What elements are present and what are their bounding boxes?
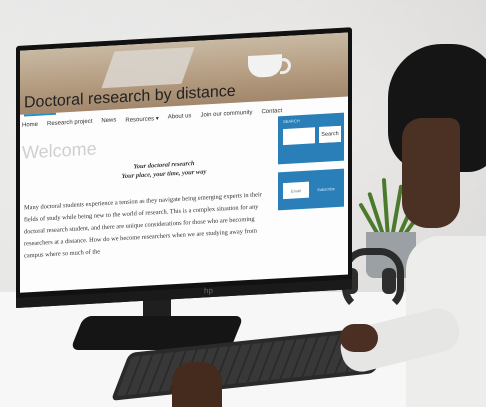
- person-right-hand: [340, 324, 378, 352]
- hero-laptop: [101, 47, 195, 89]
- tagline: Your doctoral research Your place, your …: [84, 156, 244, 183]
- subscribe-widget: Subscribe: [278, 168, 344, 211]
- photo-scene: Doctoral research by distance Home Resea…: [0, 0, 486, 407]
- headphone-cup-right: [382, 268, 396, 294]
- nav-item-contact[interactable]: Contact: [261, 108, 282, 116]
- title-accent-bar: [24, 112, 56, 117]
- monitor-logo: hp: [204, 285, 213, 296]
- page-heading: Welcome: [22, 138, 97, 163]
- subscribe-email-input[interactable]: [283, 181, 309, 200]
- nav-item-home[interactable]: Home: [22, 122, 38, 130]
- nav-item-join-community[interactable]: Join our community: [200, 110, 252, 120]
- monitor: Doctoral research by distance Home Resea…: [16, 27, 352, 308]
- hero-cup: [248, 54, 282, 79]
- search-widget: SEARCH Search: [278, 112, 344, 165]
- search-button[interactable]: Search: [319, 125, 341, 144]
- intro-paragraph: Many doctoral students experience a tens…: [24, 191, 262, 260]
- search-label: SEARCH: [283, 118, 300, 125]
- nav-item-news[interactable]: News: [101, 117, 116, 125]
- subscribe-button[interactable]: Subscribe: [312, 179, 340, 198]
- person-face: [402, 118, 460, 228]
- nav-item-research-project[interactable]: Research project: [47, 119, 92, 129]
- monitor-screen: Doctoral research by distance Home Resea…: [20, 32, 348, 293]
- search-input[interactable]: [283, 127, 315, 146]
- nav-item-resources[interactable]: Resources ▾: [125, 115, 158, 124]
- person-left-hand: [172, 362, 222, 407]
- nav-item-about-us[interactable]: About us: [168, 113, 192, 121]
